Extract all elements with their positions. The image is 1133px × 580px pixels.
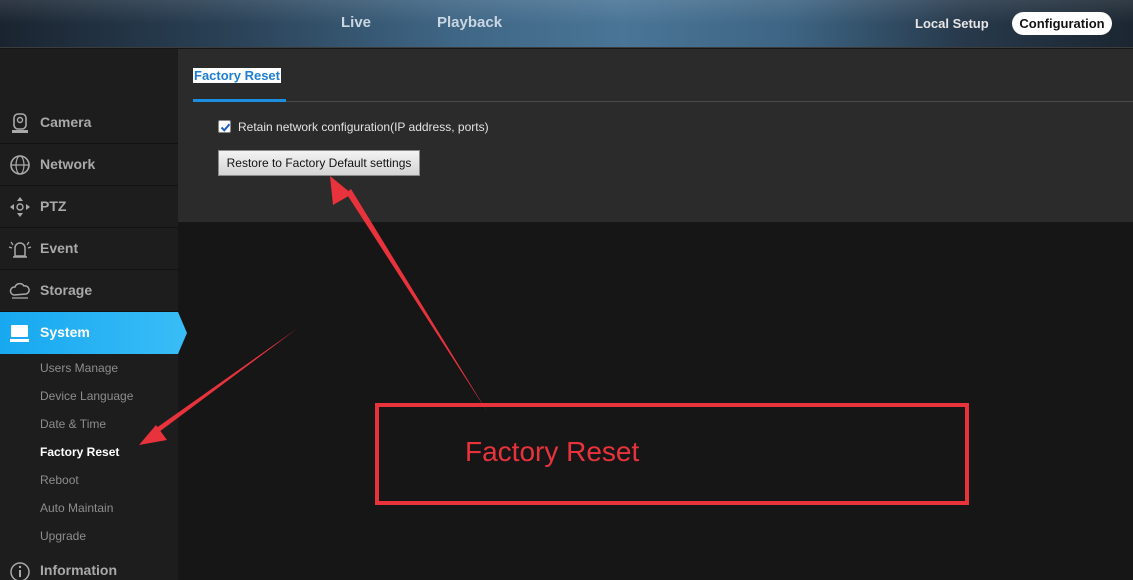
arrow-to-sidebar: [152, 328, 298, 435]
arrow-to-button: [346, 189, 488, 413]
annotation-text: Factory Reset: [465, 436, 640, 467]
arrow-head-button: [330, 176, 352, 205]
